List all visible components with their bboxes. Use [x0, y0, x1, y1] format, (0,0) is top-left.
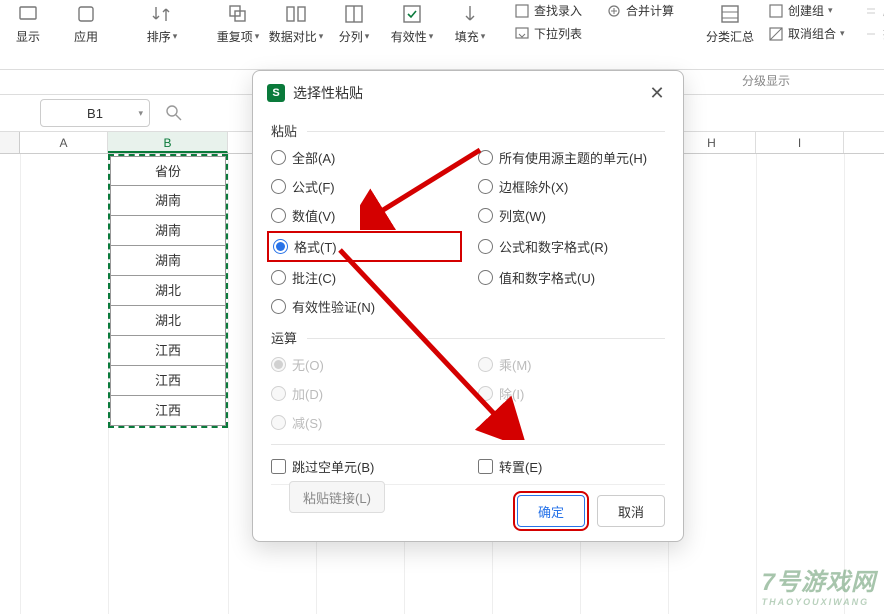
chevron-down-icon: ▾	[138, 108, 143, 119]
display-icon	[16, 2, 40, 26]
duplicates-icon	[226, 2, 250, 26]
app-logo-icon: S	[267, 84, 285, 102]
split-icon	[342, 2, 366, 26]
sort-icon	[150, 2, 174, 26]
selected-column-B[interactable]: 省份 湖南 湖南 湖南 湖北 湖北 江西 江西 江西	[108, 154, 228, 428]
radio-col-width[interactable]: 列宽(W)	[478, 206, 665, 225]
ribbon-subtotal[interactable]: 分类汇总	[710, 2, 750, 69]
app-icon	[74, 2, 98, 26]
compare-icon	[284, 2, 308, 26]
ribbon-item-app[interactable]: 应用	[66, 2, 106, 69]
ribbon-dropdown-list[interactable]: 下拉列表	[514, 25, 582, 42]
ribbon-item-sort[interactable]: 排序▾	[142, 2, 182, 69]
ribbon-ungroup[interactable]: 取消组合▾	[768, 25, 845, 42]
radio-formats[interactable]: 格式(T)	[271, 235, 458, 258]
cell-b4[interactable]: 湖南	[110, 246, 226, 276]
radio-value-number-format[interactable]: 值和数字格式(U)	[478, 268, 665, 287]
cell-b5[interactable]: 湖北	[110, 276, 226, 306]
col-header-A[interactable]: A	[20, 132, 108, 153]
cancel-button[interactable]: 取消	[597, 495, 665, 527]
watermark: 7号游戏网 THAOYOUXIWANG	[762, 562, 876, 607]
radio-op-subtract: 减(S)	[271, 413, 458, 432]
ribbon: 显示 应用 排序▾ 重复项▾ 数据对比▾ 分列▾ 有效性▾ 填充▾ 查找录入 下…	[0, 0, 884, 70]
paste-special-dialog: S 选择性粘贴 ✕ 粘贴 全部(A) 所有使用源主题的单元(H) 公式(F) 边…	[252, 70, 684, 542]
operation-section-label: 运算	[271, 328, 665, 347]
select-all-corner[interactable]	[0, 132, 20, 153]
checkbox-skip-blanks[interactable]: 跳过空单元(B)	[271, 457, 458, 476]
ribbon-item-validation[interactable]: 有效性▾	[392, 2, 432, 69]
zoom-icon[interactable]	[158, 99, 190, 127]
ribbon-item-duplicates[interactable]: 重复项▾	[218, 2, 258, 69]
ribbon-expand: 展	[863, 2, 884, 19]
radio-op-divide: 除(I)	[478, 384, 665, 403]
cell-b7[interactable]: 江西	[110, 336, 226, 366]
cell-b9[interactable]: 江西	[110, 396, 226, 426]
cell-b8[interactable]: 江西	[110, 366, 226, 396]
radio-formulas[interactable]: 公式(F)	[271, 177, 458, 196]
cell-b3[interactable]: 湖南	[110, 216, 226, 246]
cell-b1[interactable]: 省份	[110, 156, 226, 186]
radio-op-none: 无(O)	[271, 355, 458, 374]
paste-section-label: 粘贴	[271, 121, 665, 140]
ribbon-create-group[interactable]: 创建组▾	[768, 2, 845, 19]
radio-validation[interactable]: 有效性验证(N)	[271, 297, 458, 316]
radio-values[interactable]: 数值(V)	[271, 206, 458, 225]
ok-button[interactable]: 确定	[517, 495, 585, 527]
radio-comments[interactable]: 批注(C)	[271, 268, 458, 287]
checkbox-transpose[interactable]: 转置(E)	[478, 457, 665, 476]
ribbon-item-display[interactable]: 显示	[8, 2, 48, 69]
radio-source-theme[interactable]: 所有使用源主题的单元(H)	[478, 148, 665, 167]
cell-b6[interactable]: 湖北	[110, 306, 226, 336]
ribbon-item-compare[interactable]: 数据对比▾	[276, 2, 316, 69]
ribbon-item-fill[interactable]: 填充▾	[450, 2, 490, 69]
ribbon-collapse: 折	[863, 25, 884, 42]
radio-op-multiply: 乘(M)	[478, 355, 665, 374]
radio-no-borders[interactable]: 边框除外(X)	[478, 177, 665, 196]
radio-formula-number-format[interactable]: 公式和数字格式(R)	[478, 235, 665, 258]
col-header-I[interactable]: I	[756, 132, 844, 153]
dialog-title: 选择性粘贴	[293, 83, 637, 103]
cell-b2[interactable]: 湖南	[110, 186, 226, 216]
radio-all[interactable]: 全部(A)	[271, 148, 458, 167]
validation-icon	[400, 2, 424, 26]
fill-icon	[458, 2, 482, 26]
paste-link-button[interactable]: 粘贴链接(L)	[289, 481, 385, 513]
ribbon-item-split[interactable]: 分列▾	[334, 2, 374, 69]
radio-op-add: 加(D)	[271, 384, 458, 403]
close-icon[interactable]: ✕	[645, 81, 669, 105]
ribbon-find-input[interactable]: 查找录入	[514, 2, 582, 19]
subtotal-icon	[718, 2, 742, 26]
col-header-B[interactable]: B	[108, 132, 228, 153]
ribbon-merge-calc[interactable]: 合并计算	[606, 2, 674, 19]
name-box[interactable]: B1▾	[40, 99, 150, 127]
